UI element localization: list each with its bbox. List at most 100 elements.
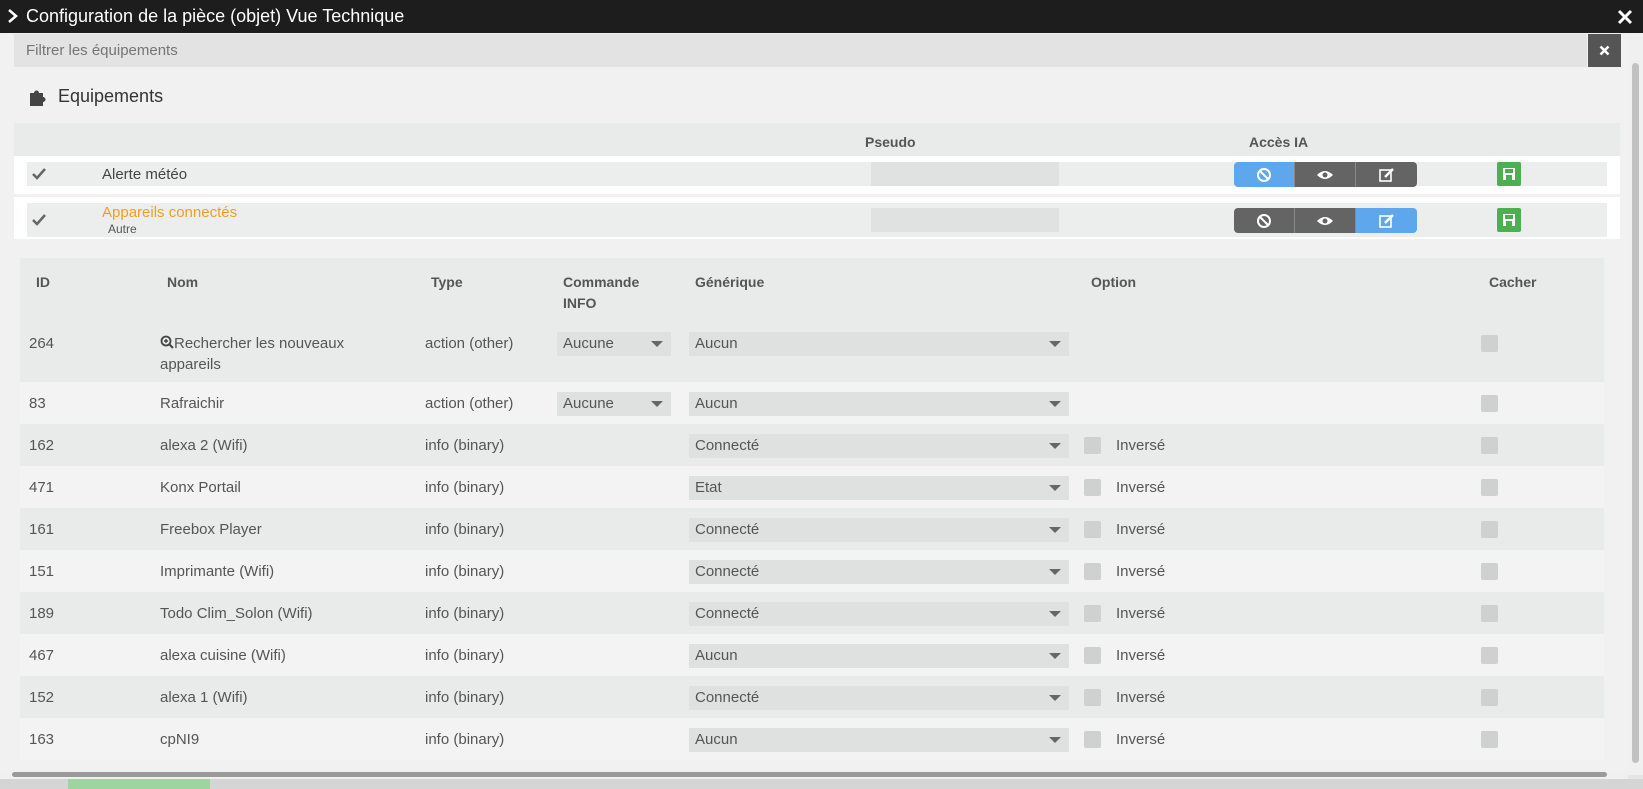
save-button[interactable] <box>1497 208 1521 232</box>
chevron-right-icon[interactable] <box>6 7 20 25</box>
cacher-checkbox[interactable] <box>1481 563 1498 580</box>
generique-select[interactable]: Etat <box>689 476 1069 500</box>
select-value: Etat <box>695 479 722 496</box>
pseudo-input[interactable] <box>871 162 1059 186</box>
close-icon[interactable] <box>1614 6 1636 28</box>
cacher-checkbox[interactable] <box>1481 479 1498 496</box>
table-row: 152 alexa 1 (Wifi) info (binary) Connect… <box>20 676 1604 718</box>
generique-select[interactable]: Aucun <box>689 644 1069 668</box>
generique-select[interactable]: Aucun <box>689 728 1069 752</box>
cacher-checkbox[interactable] <box>1481 689 1498 706</box>
commands-header: ID Nom Type Commande INFO Générique Opti… <box>20 258 1604 322</box>
cmd-type: info (binary) <box>425 563 505 580</box>
edit-button[interactable] <box>1356 162 1417 187</box>
ban-icon <box>1257 167 1271 182</box>
equipment-name[interactable]: Alerte météo <box>102 166 187 183</box>
select-value: Connecté <box>695 605 760 622</box>
table-row: 189 Todo Clim_Solon (Wifi) info (binary)… <box>20 592 1604 634</box>
chevron-down-icon <box>1049 611 1061 617</box>
chevron-down-icon <box>651 401 663 407</box>
inverse-label: Inversé <box>1116 479 1166 496</box>
table-row: 163 cpNI9 info (binary) Aucun Inversé <box>20 718 1604 760</box>
table-row: 162 alexa 2 (Wifi) info (binary) Connect… <box>20 424 1604 466</box>
cmd-nom: Freebox Player <box>160 521 262 538</box>
background-page <box>0 779 1643 789</box>
cmd-id: 83 <box>29 395 46 412</box>
check-icon[interactable] <box>31 212 47 228</box>
chevron-down-icon <box>1049 653 1061 659</box>
cmd-type: action (other) <box>425 335 514 352</box>
table-row: 467 alexa cuisine (Wifi) info (binary) A… <box>20 634 1604 676</box>
select-value: Aucune <box>563 335 614 352</box>
inverse-checkbox[interactable] <box>1084 563 1101 580</box>
generique-select[interactable]: Connecté <box>689 434 1069 458</box>
inverse-checkbox[interactable] <box>1084 731 1101 748</box>
cacher-checkbox[interactable] <box>1481 731 1498 748</box>
cmd-nom: alexa 2 (Wifi) <box>160 437 248 454</box>
ban-button[interactable] <box>1234 208 1295 233</box>
background-badge <box>68 779 210 789</box>
search-plus-icon <box>160 335 174 349</box>
col-type: Type <box>431 274 463 290</box>
cmd-nom: Konx Portail <box>160 479 241 496</box>
cmd-nom: Imprimante (Wifi) <box>160 563 275 580</box>
commande-info-select[interactable]: Aucune <box>557 392 671 416</box>
inverse-checkbox[interactable] <box>1084 521 1101 538</box>
ban-icon <box>1257 213 1271 228</box>
inverse-checkbox[interactable] <box>1084 689 1101 706</box>
ban-button[interactable] <box>1234 162 1295 187</box>
col-generique: Générique <box>695 274 765 290</box>
pseudo-header: Pseudo <box>865 134 916 150</box>
filter-input[interactable] <box>14 34 1587 67</box>
save-button[interactable] <box>1497 162 1521 186</box>
scrollbar-thumb[interactable] <box>12 772 1607 777</box>
vertical-scrollbar[interactable] <box>1628 33 1643 775</box>
cmd-type: action (other) <box>425 395 514 412</box>
select-value: Aucun <box>695 335 738 352</box>
ia-access-buttons <box>1234 208 1417 233</box>
pseudo-input[interactable] <box>871 208 1059 232</box>
cmd-id: 161 <box>29 521 55 538</box>
chevron-down-icon <box>1049 569 1061 575</box>
commande-info-select[interactable]: Aucune <box>557 332 671 356</box>
cacher-checkbox[interactable] <box>1481 335 1498 352</box>
col-nom: Nom <box>167 274 199 290</box>
inverse-checkbox[interactable] <box>1084 605 1101 622</box>
generique-select[interactable]: Aucun <box>689 392 1069 416</box>
edit-button[interactable] <box>1356 208 1417 233</box>
cacher-checkbox[interactable] <box>1481 395 1498 412</box>
scrollbar-thumb[interactable] <box>1632 63 1639 763</box>
view-button[interactable] <box>1295 162 1356 187</box>
cacher-checkbox[interactable] <box>1481 605 1498 622</box>
generique-select[interactable]: Connecté <box>689 560 1069 584</box>
cacher-checkbox[interactable] <box>1481 647 1498 664</box>
chevron-down-icon <box>1049 695 1061 701</box>
generique-select[interactable]: Connecté <box>689 602 1069 626</box>
generique-select[interactable]: Connecté <box>689 518 1069 542</box>
filter-clear-button[interactable] <box>1588 34 1621 67</box>
inverse-checkbox[interactable] <box>1084 647 1101 664</box>
check-icon[interactable] <box>31 166 47 182</box>
chevron-down-icon <box>1049 401 1061 407</box>
cmd-nom: alexa 1 (Wifi) <box>160 689 248 706</box>
ia-access-buttons <box>1234 162 1417 187</box>
eye-icon <box>1317 216 1333 225</box>
generique-select[interactable]: Connecté <box>689 686 1069 710</box>
cmd-id: 467 <box>29 647 55 664</box>
generique-select[interactable]: Aucun <box>689 332 1069 356</box>
select-value: Connecté <box>695 689 760 706</box>
equipment-name[interactable]: Appareils connectés <box>102 204 237 221</box>
table-row: 151 Imprimante (Wifi) info (binary) Conn… <box>20 550 1604 592</box>
table-row: 161 Freebox Player info (binary) Connect… <box>20 508 1604 550</box>
cmd-nom: Rafraichir <box>160 395 225 412</box>
horizontal-scrollbar[interactable] <box>0 770 1628 779</box>
cacher-checkbox[interactable] <box>1481 437 1498 454</box>
view-button[interactable] <box>1295 208 1356 233</box>
cmd-type: info (binary) <box>425 521 505 538</box>
inverse-checkbox[interactable] <box>1084 437 1101 454</box>
window-titlebar: Configuration de la pièce (objet) Vue Te… <box>0 0 1643 33</box>
inverse-label: Inversé <box>1116 437 1166 454</box>
inverse-checkbox[interactable] <box>1084 479 1101 496</box>
cacher-checkbox[interactable] <box>1481 521 1498 538</box>
window-title: Configuration de la pièce (objet) Vue Te… <box>26 6 405 26</box>
